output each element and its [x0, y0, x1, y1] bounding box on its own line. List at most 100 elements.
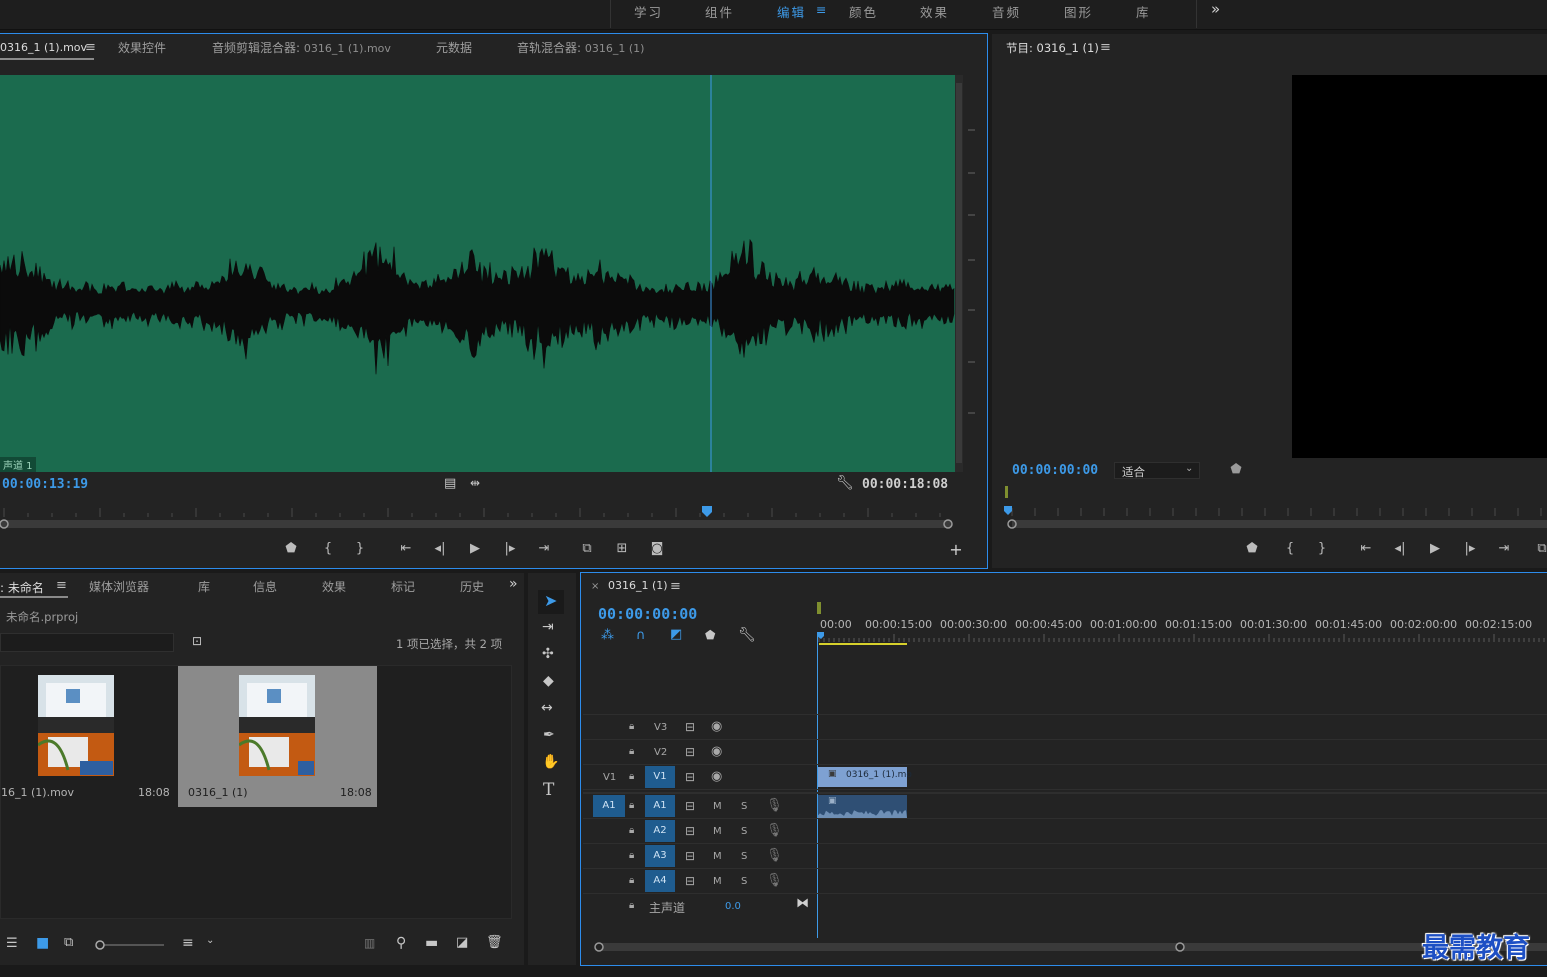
lock-icon[interactable]: 🔒︎ [629, 800, 634, 811]
workspace-menu-icon[interactable]: ≡ [816, 2, 826, 17]
source-patch-v1[interactable]: V1 [603, 772, 616, 783]
voice-over-mic-icon[interactable]: 🎙︎ [766, 873, 783, 888]
mark-in-icon[interactable]: { [1280, 540, 1300, 558]
overwrite-icon[interactable]: ⊞ [612, 540, 632, 558]
mark-in-icon[interactable]: { [318, 540, 338, 558]
sync-lock-icon[interactable]: ⊟ [685, 824, 695, 838]
pen-tool-icon[interactable]: ✒ [543, 727, 555, 743]
solo-button[interactable]: S [741, 876, 747, 887]
lock-icon[interactable]: 🔒︎ [629, 850, 634, 861]
list-view-icon[interactable]: ☰ [6, 936, 18, 951]
voice-over-mic-icon[interactable]: 🎙︎ [766, 848, 783, 863]
go-to-in-icon[interactable]: ⇤ [1356, 540, 1376, 558]
go-to-end-icon[interactable]: ⧓ [796, 896, 809, 911]
workspace-editing[interactable]: 编辑 [777, 2, 806, 21]
new-search-bin-icon[interactable]: ⊡ [192, 634, 202, 648]
timeline-menu-icon[interactable]: ≡ [670, 579, 681, 594]
workspace-effects[interactable]: 效果 [920, 2, 949, 21]
waveform-vertical-scrollbar[interactable] [955, 75, 963, 472]
lock-icon[interactable]: 🔒︎ [629, 721, 634, 732]
program-video-frame[interactable] [1292, 75, 1547, 458]
workspace-more-icon[interactable]: » [1211, 0, 1222, 18]
more-panels-icon[interactable]: » [509, 576, 518, 592]
source-time-ruler[interactable] [0, 502, 987, 532]
mute-button[interactable]: M [713, 801, 722, 812]
tab-audio-clip-mixer[interactable]: 音频剪辑混合器: 0316_1 (1).mov [212, 39, 391, 56]
add-marker-icon[interactable]: ⬟ [281, 540, 301, 558]
audio-waveform-display[interactable]: 声道 1 [0, 75, 955, 472]
hand-tool-icon[interactable]: ✋ [542, 754, 559, 770]
sync-lock-icon[interactable]: ⊟ [685, 874, 695, 888]
mark-out-icon[interactable]: } [1312, 540, 1332, 558]
workspace-libraries[interactable]: 库 [1136, 2, 1151, 21]
find-icon[interactable]: ⚲ [396, 935, 406, 951]
step-back-icon[interactable]: ◂| [1390, 540, 1410, 558]
program-timecode[interactable]: 00:00:00:00 [1012, 463, 1098, 478]
nest-icon[interactable]: ⁂ [601, 628, 614, 643]
tab-effect-controls[interactable]: 效果控件 [118, 39, 166, 56]
icon-view-icon[interactable]: ■ [36, 935, 49, 951]
master-track-label[interactable]: 主声道 [649, 899, 685, 916]
zoom-slider[interactable] [94, 939, 166, 951]
sync-lock-icon[interactable]: ⊟ [685, 745, 695, 759]
go-to-out-icon[interactable]: ⇥ [1494, 540, 1514, 558]
new-bin-icon[interactable]: ▬ [425, 935, 438, 951]
settings-shield-icon[interactable]: ⬟ [1226, 461, 1246, 479]
lock-icon[interactable]: 🔒︎ [629, 875, 634, 886]
drag-video-only-icon[interactable]: ▤ [444, 476, 456, 491]
go-to-in-icon[interactable]: ⇤ [396, 540, 416, 558]
tab-media-browser[interactable]: 媒体浏览器 [89, 578, 149, 595]
audio-clip[interactable]: ▣ [818, 795, 907, 818]
tab-audio-track-mixer[interactable]: 音轨混合器: 0316_1 (1) [517, 39, 644, 56]
timeline-settings-icon[interactable]: 🔧︎ [738, 627, 756, 643]
step-forward-icon[interactable]: |▸ [1460, 540, 1480, 558]
settings-wrench-icon[interactable]: 🔧︎ [836, 475, 854, 491]
workspace-assembly[interactable]: 组件 [705, 2, 734, 21]
workspace-color[interactable]: 颜色 [849, 2, 878, 21]
step-back-icon[interactable]: ◂| [430, 540, 450, 558]
track-name-a2[interactable]: A2 [645, 820, 675, 842]
sync-lock-icon[interactable]: ⊟ [685, 799, 695, 813]
master-volume-value[interactable]: 0.0 [725, 901, 741, 912]
project-menu-icon[interactable]: ≡ [56, 578, 67, 593]
workspace-audio[interactable]: 音频 [992, 2, 1021, 21]
go-to-out-icon[interactable]: ⇥ [534, 540, 554, 558]
lock-icon[interactable]: 🔒︎ [629, 771, 634, 782]
track-name-a3[interactable]: A3 [645, 845, 675, 867]
track-name-v3[interactable]: V3 [654, 722, 667, 733]
eye-icon[interactable]: ◉ [711, 769, 722, 784]
track-name-v1[interactable]: V1 [645, 766, 675, 788]
workspace-learn[interactable]: 学习 [634, 2, 663, 21]
track-select-tool-icon[interactable]: ⇥ [542, 619, 554, 635]
video-clip[interactable]: ▣ 0316_1 (1).mo [818, 767, 912, 787]
drag-audio-only-icon[interactable]: ⇹ [470, 476, 480, 490]
tab-metadata[interactable]: 元数据 [436, 39, 472, 56]
type-tool-icon[interactable]: T [543, 780, 554, 800]
selection-tool-icon[interactable]: ➤ [544, 591, 557, 610]
step-forward-icon[interactable]: |▸ [500, 540, 520, 558]
project-search-input[interactable] [0, 633, 174, 652]
track-name-a1[interactable]: A1 [645, 795, 675, 817]
export-frame-icon[interactable]: ◙ [647, 540, 667, 558]
sync-lock-icon[interactable]: ⊟ [685, 770, 695, 784]
tab-source[interactable]: 0316_1 (1).mov [0, 41, 87, 54]
solo-button[interactable]: S [741, 851, 747, 862]
snap-magnet-icon[interactable]: ∩ [636, 628, 646, 643]
automate-to-sequence-icon[interactable]: ▥ [364, 936, 375, 950]
panel-menu-icon[interactable]: ≡ [85, 40, 96, 55]
project-item[interactable]: 16_1 (1).mov 18:08 [1, 666, 176, 807]
lock-icon[interactable]: 🔒︎ [629, 900, 634, 911]
eye-icon[interactable]: ◉ [711, 744, 722, 759]
solo-button[interactable]: S [741, 801, 747, 812]
mute-button[interactable]: M [713, 851, 722, 862]
mute-button[interactable]: M [713, 876, 722, 887]
linked-selection-icon[interactable]: ◩ [670, 627, 682, 642]
eye-icon[interactable]: ◉ [711, 719, 722, 734]
workspace-graphics[interactable]: 图形 [1064, 2, 1093, 21]
insert-icon[interactable]: ⧉ [577, 540, 597, 558]
tab-libraries[interactable]: 库 [198, 578, 210, 595]
new-item-icon[interactable]: ◪ [456, 935, 468, 950]
voice-over-mic-icon[interactable]: 🎙︎ [766, 823, 783, 838]
voice-over-mic-icon[interactable]: 🎙︎ [766, 798, 783, 813]
tab-info[interactable]: 信息 [253, 578, 277, 595]
